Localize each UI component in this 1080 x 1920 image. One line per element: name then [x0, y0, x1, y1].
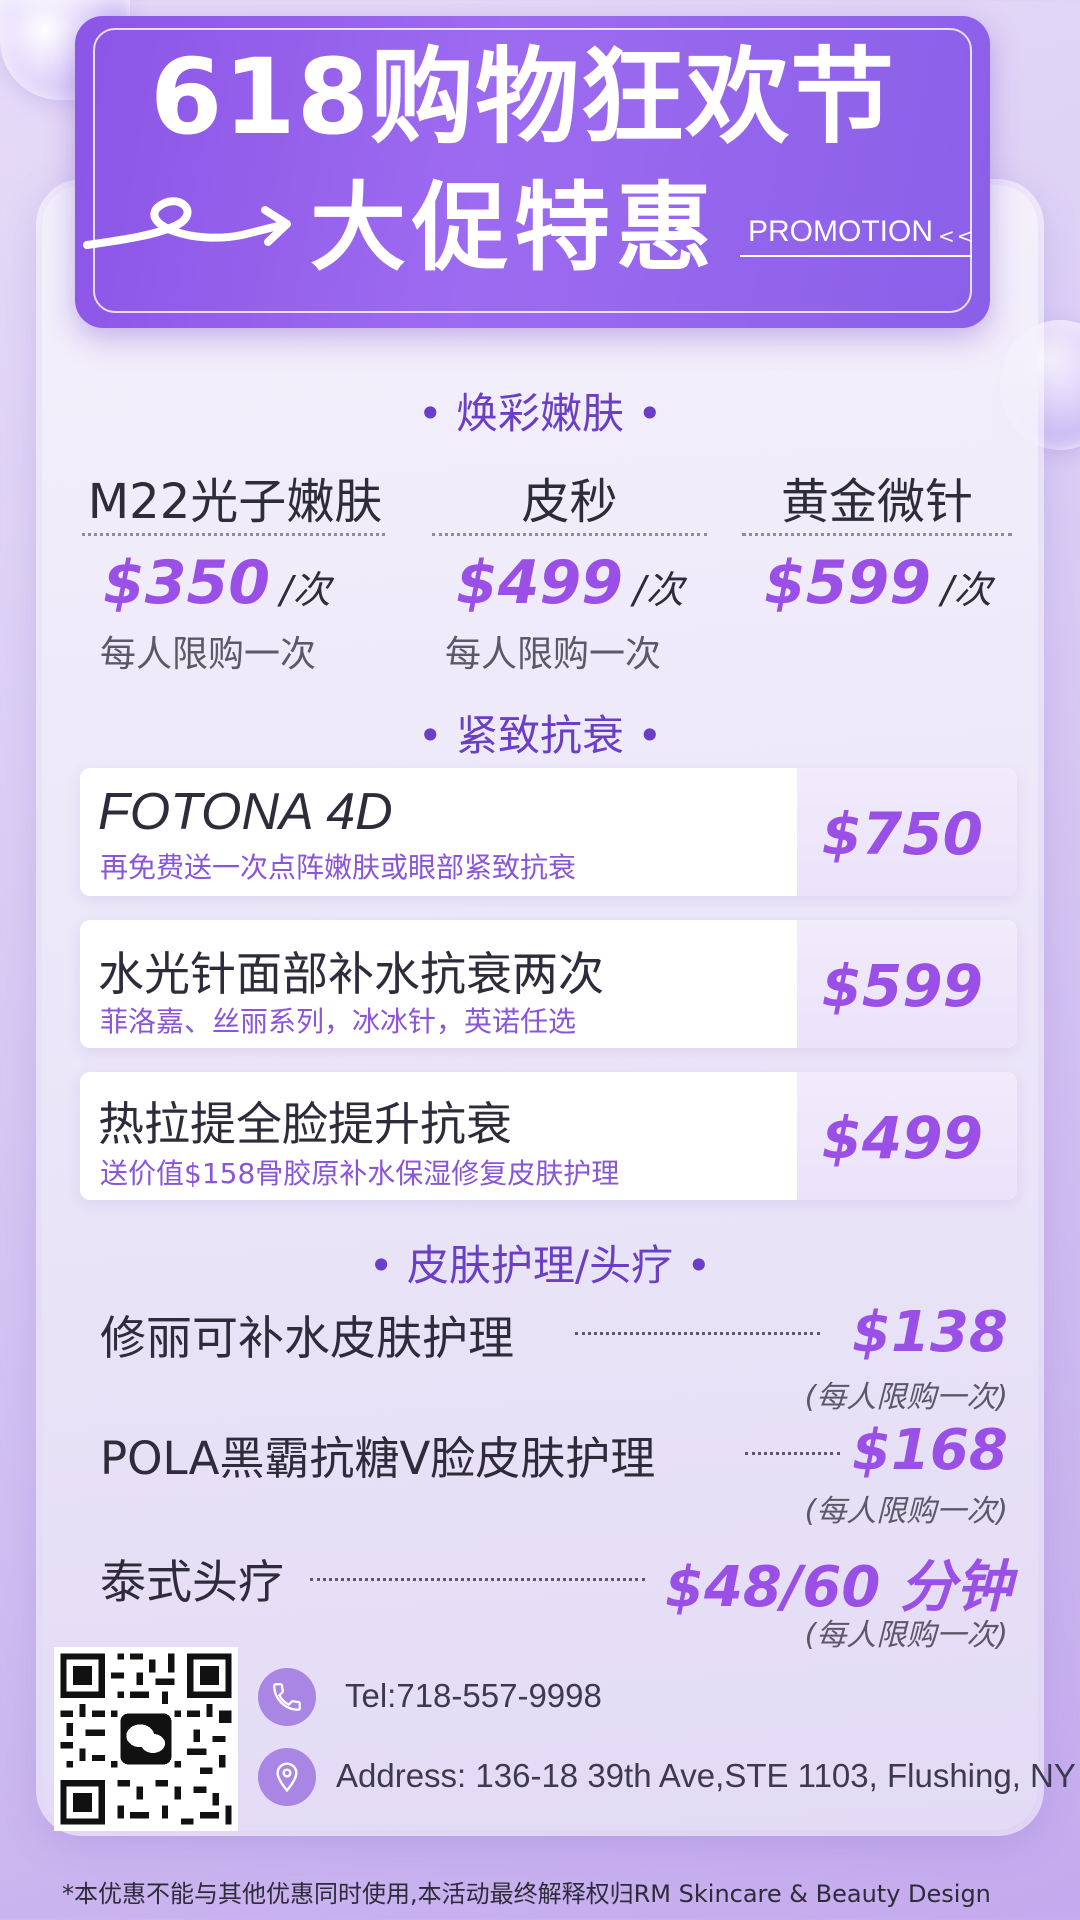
item-name: 热拉提全脸提升抗衰 — [98, 1097, 512, 1151]
item-description: 再免费送一次点阵嫩肤或眼部紧致抗衰 — [100, 851, 577, 884]
item-price-m22: $350/次 — [103, 548, 331, 618]
section-title-firming: • 紧致抗衰 • — [417, 711, 663, 760]
list-item: 热拉提全脸提升抗衰 送价值$158骨胶原补水保湿修复皮肤护理 $499 — [80, 1072, 1017, 1200]
footer-disclaimer: *本优惠不能与其他优惠同时使用,本活动最终解释权归RM Skincare & B… — [62, 1880, 991, 1908]
item-name-picosecond: 皮秒 — [521, 474, 618, 530]
promotion-underline — [740, 255, 972, 257]
promotion-label: PROMOTION — [748, 215, 933, 248]
phone-number[interactable]: Tel:718-557-9998 — [345, 1677, 602, 1715]
page-title: 618购物狂欢节 — [150, 36, 896, 158]
item-limit-picosecond: 每人限购一次 — [445, 634, 662, 675]
location-pin-icon[interactable] — [258, 1748, 316, 1806]
phone-icon[interactable] — [258, 1668, 316, 1726]
service-limit: (每人限购一次) — [804, 1618, 1008, 1653]
address[interactable]: Address: 136-18 39th Ave,STE 1103, Flush… — [336, 1757, 1076, 1795]
service-price: $168 — [852, 1418, 1008, 1483]
item-description: 送价值$158骨胶原补水保湿修复皮肤护理 — [100, 1157, 620, 1190]
section-title-rejuvenation: • 焕彩嫩肤 • — [417, 389, 663, 438]
list-item: FOTONA 4D 再免费送一次点阵嫩肤或眼部紧致抗衰 $750 — [80, 768, 1017, 896]
service-name: 修丽可补水皮肤护理 — [100, 1311, 514, 1365]
list-item: 水光针面部补水抗衰两次 菲洛嘉、丝丽系列，冰冰针，英诺任选 $599 — [80, 920, 1017, 1048]
section-title-skincare: • 皮肤护理/头疗 • — [368, 1241, 712, 1290]
service-limit: (每人限购一次) — [804, 1494, 1008, 1529]
service-price: $138 — [852, 1300, 1008, 1365]
item-description: 菲洛嘉、丝丽系列，冰冰针，英诺任选 — [100, 1005, 577, 1038]
item-name-m22: M22光子嫩肤 — [87, 474, 383, 530]
divider-dots — [742, 533, 1012, 536]
divider-dots — [82, 533, 385, 536]
service-limit: (每人限购一次) — [804, 1380, 1008, 1415]
item-price-gold-microneedle: $599/次 — [764, 548, 992, 618]
divider-dots — [432, 533, 707, 536]
service-name: 泰式头疗 — [100, 1555, 284, 1609]
item-name: 水光针面部补水抗衰两次 — [98, 947, 604, 1001]
leader-dots — [310, 1578, 645, 1581]
page-subtitle: 大促特惠 — [310, 172, 718, 284]
item-limit-m22: 每人限购一次 — [100, 634, 317, 675]
wechat-qr-code[interactable] — [54, 1647, 238, 1831]
swirl-arrow-icon — [83, 197, 291, 249]
item-price: $499 — [821, 1104, 983, 1172]
leader-dots — [575, 1332, 820, 1335]
item-price: $750 — [821, 800, 983, 868]
service-name: POLA黑霸抗糖V脸皮肤护理 — [100, 1432, 656, 1485]
item-name-gold-microneedle: 黄金微针 — [780, 474, 973, 530]
item-name: FOTONA 4D — [98, 783, 393, 841]
promotion-arrows: << — [938, 224, 976, 248]
item-price: $599 — [821, 952, 983, 1020]
leader-dots — [745, 1452, 840, 1455]
item-price-picosecond: $499/次 — [456, 548, 684, 618]
